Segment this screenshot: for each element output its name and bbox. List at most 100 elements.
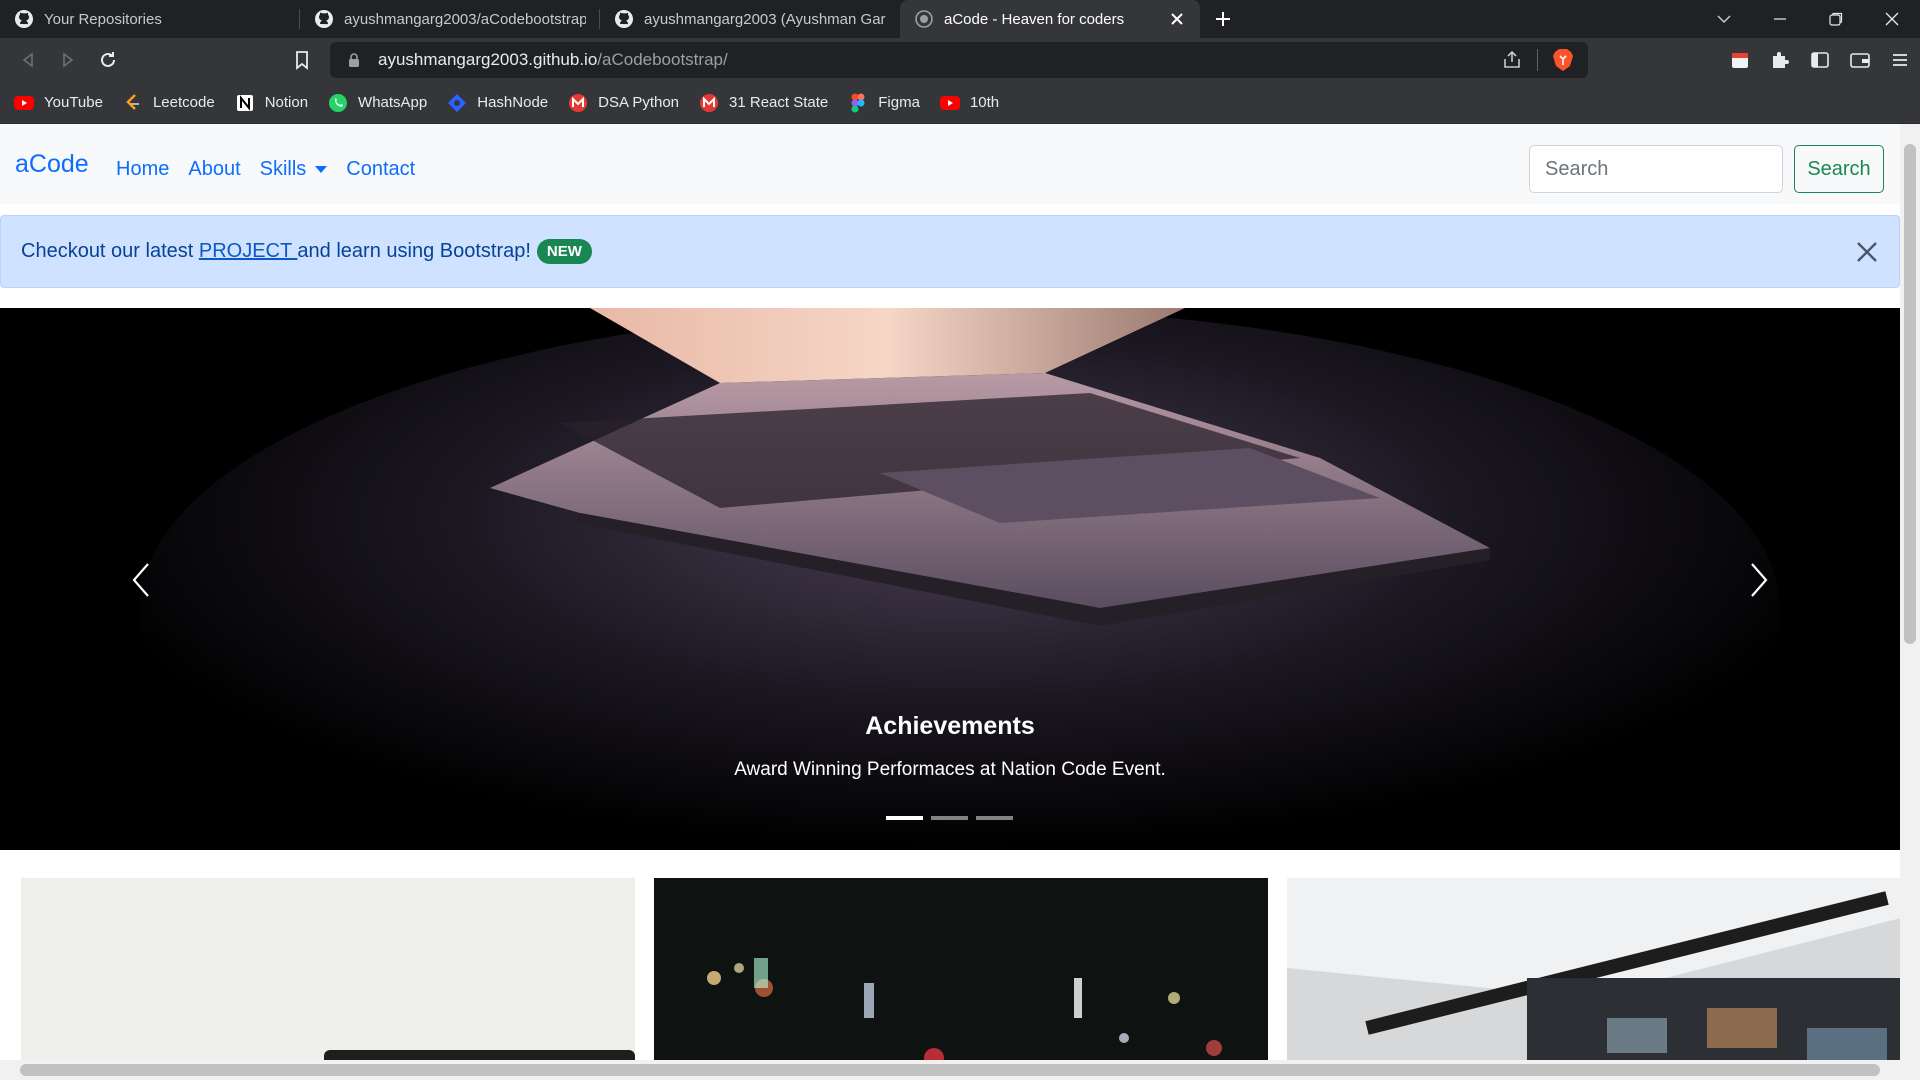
back-arrow-icon xyxy=(22,52,33,68)
card-image-desk xyxy=(21,878,635,1060)
carousel-indicator-3[interactable] xyxy=(976,816,1013,820)
window-controls xyxy=(1696,0,1920,38)
project-link[interactable]: PROJECT xyxy=(199,240,298,262)
tab-title: ayushmangarg2003/aCodebootstrap: This xyxy=(344,10,586,28)
vertical-scrollbar[interactable] xyxy=(1900,124,1920,1060)
url-path: /aCodebootstrap/ xyxy=(597,50,728,69)
new-badge: NEW xyxy=(536,239,592,264)
nav-contact[interactable]: Contact xyxy=(346,158,415,181)
bookmark-label: YouTube xyxy=(44,94,103,111)
bookmark-label: 31 React State xyxy=(729,94,829,111)
medium-m-icon xyxy=(568,93,588,113)
close-tab-icon[interactable] xyxy=(1168,10,1186,28)
tab-title: Your Repositories xyxy=(44,10,162,28)
nav-about[interactable]: About xyxy=(188,158,240,181)
tab-acode-active[interactable]: aCode - Heaven for coders xyxy=(900,0,1200,38)
nav-home[interactable]: Home xyxy=(116,158,169,181)
reload-button[interactable] xyxy=(88,38,128,82)
project-alert: Checkout our latest PROJECT and learn us… xyxy=(0,215,1900,288)
alert-close-icon[interactable] xyxy=(1853,238,1881,266)
github-icon xyxy=(615,10,633,28)
address-bar-actions xyxy=(1501,48,1574,72)
bookmark-label: HashNode xyxy=(477,94,549,111)
bookmark-label: Leetcode xyxy=(152,94,215,111)
browser-toolbar: ayushmangarg2003.github.io/aCodebootstra… xyxy=(0,38,1920,82)
cards-row xyxy=(0,870,1900,1060)
card-image-city-night xyxy=(654,878,1268,1060)
new-tab-button[interactable] xyxy=(1200,0,1246,38)
globe-icon xyxy=(915,10,933,28)
hamburger-menu-icon xyxy=(1893,54,1907,66)
calendar-extension-icon xyxy=(1732,53,1748,68)
menu-button[interactable] xyxy=(1880,38,1920,82)
tab-search-button[interactable] xyxy=(1696,0,1752,38)
bookmark-label: 10th xyxy=(969,94,1000,111)
minimize-button[interactable] xyxy=(1752,0,1808,38)
forward-button[interactable] xyxy=(48,38,88,82)
hashnode-icon xyxy=(447,93,467,113)
url-host: ayushmangarg2003.github.io xyxy=(378,50,598,69)
leetcode-icon xyxy=(123,93,143,113)
share-icon[interactable] xyxy=(1501,49,1523,71)
notion-icon xyxy=(235,93,255,113)
youtube-icon xyxy=(939,93,960,113)
extensions-button[interactable] xyxy=(1760,38,1800,82)
reload-icon xyxy=(101,52,115,67)
brave-shield-icon[interactable] xyxy=(1552,48,1574,72)
bookmark-hashnode[interactable]: HashNode xyxy=(447,93,548,113)
github-icon xyxy=(15,10,33,28)
tab-your-repositories[interactable]: Your Repositories xyxy=(0,0,300,38)
carousel-prev-icon[interactable] xyxy=(128,560,158,600)
bookmark-react-state[interactable]: 31 React State xyxy=(699,93,828,113)
sidebar-button[interactable] xyxy=(1800,38,1840,82)
navbar-brand[interactable]: aCode xyxy=(15,150,89,179)
alert-text: Checkout our latest PROJECT and learn us… xyxy=(21,240,531,263)
carousel-indicators xyxy=(886,816,1013,820)
tab-acodebootstrap-repo[interactable]: ayushmangarg2003/aCodebootstrap: This xyxy=(300,0,600,38)
browser-tab-strip: Your Repositories ayushmangarg2003/aCode… xyxy=(0,0,1920,38)
bookmark-leetcode[interactable]: Leetcode xyxy=(123,93,215,113)
search-button[interactable]: Search xyxy=(1794,145,1884,193)
carousel-indicator-2[interactable] xyxy=(931,816,968,820)
carousel-indicator-1[interactable] xyxy=(886,816,923,820)
caret-down-icon xyxy=(315,166,328,174)
youtube-icon xyxy=(14,93,34,113)
chevron-down-icon xyxy=(1717,15,1731,24)
toolbar-right-icons xyxy=(1720,38,1920,82)
extension-button[interactable] xyxy=(1720,38,1760,82)
medium-m-icon xyxy=(699,93,719,113)
close-window-button[interactable] xyxy=(1864,0,1920,38)
address-bar[interactable]: ayushmangarg2003.github.io/aCodebootstra… xyxy=(330,42,1588,78)
wallet-icon xyxy=(1850,53,1870,68)
horizontal-scroll-thumb[interactable] xyxy=(20,1064,1880,1076)
horizontal-scrollbar[interactable] xyxy=(0,1060,1920,1080)
plus-icon xyxy=(1216,12,1230,26)
bookmark-figma[interactable]: Figma xyxy=(848,93,920,113)
url-text: ayushmangarg2003.github.io/aCodebootstra… xyxy=(378,50,728,70)
bookmark-youtube[interactable]: YouTube xyxy=(14,93,103,113)
whatsapp-icon xyxy=(328,93,348,113)
figma-icon xyxy=(848,93,868,113)
carousel-caption-text: Award Winning Performaces at Nation Code… xyxy=(734,759,1166,780)
puzzle-icon xyxy=(1773,52,1789,68)
tab-github-profile[interactable]: ayushmangarg2003 (Ayushman Garg) xyxy=(600,0,900,38)
bookmark-whatsapp[interactable]: WhatsApp xyxy=(328,93,427,113)
vertical-scroll-thumb[interactable] xyxy=(1904,144,1916,644)
restore-button[interactable] xyxy=(1808,0,1864,38)
bookmark-icon[interactable] xyxy=(290,48,314,72)
forward-arrow-icon xyxy=(63,52,74,68)
back-button[interactable] xyxy=(8,38,48,82)
wallet-button[interactable] xyxy=(1840,38,1880,82)
bookmark-label: DSA Python xyxy=(598,94,680,111)
bookmark-notion[interactable]: Notion xyxy=(235,93,308,113)
bookmark-10th[interactable]: 10th xyxy=(939,93,1000,113)
nav-skills-label: Skills xyxy=(259,158,307,180)
lock-icon xyxy=(349,53,359,67)
bookmark-dsa-python[interactable]: DSA Python xyxy=(568,93,679,113)
nav-skills-dropdown[interactable]: Skills xyxy=(260,158,328,181)
carousel-next-icon[interactable] xyxy=(1742,560,1772,600)
search-input[interactable] xyxy=(1529,145,1783,193)
bookmark-label: Figma xyxy=(878,94,920,111)
github-icon xyxy=(315,10,333,28)
alert-prefix: Checkout our latest xyxy=(21,240,199,262)
